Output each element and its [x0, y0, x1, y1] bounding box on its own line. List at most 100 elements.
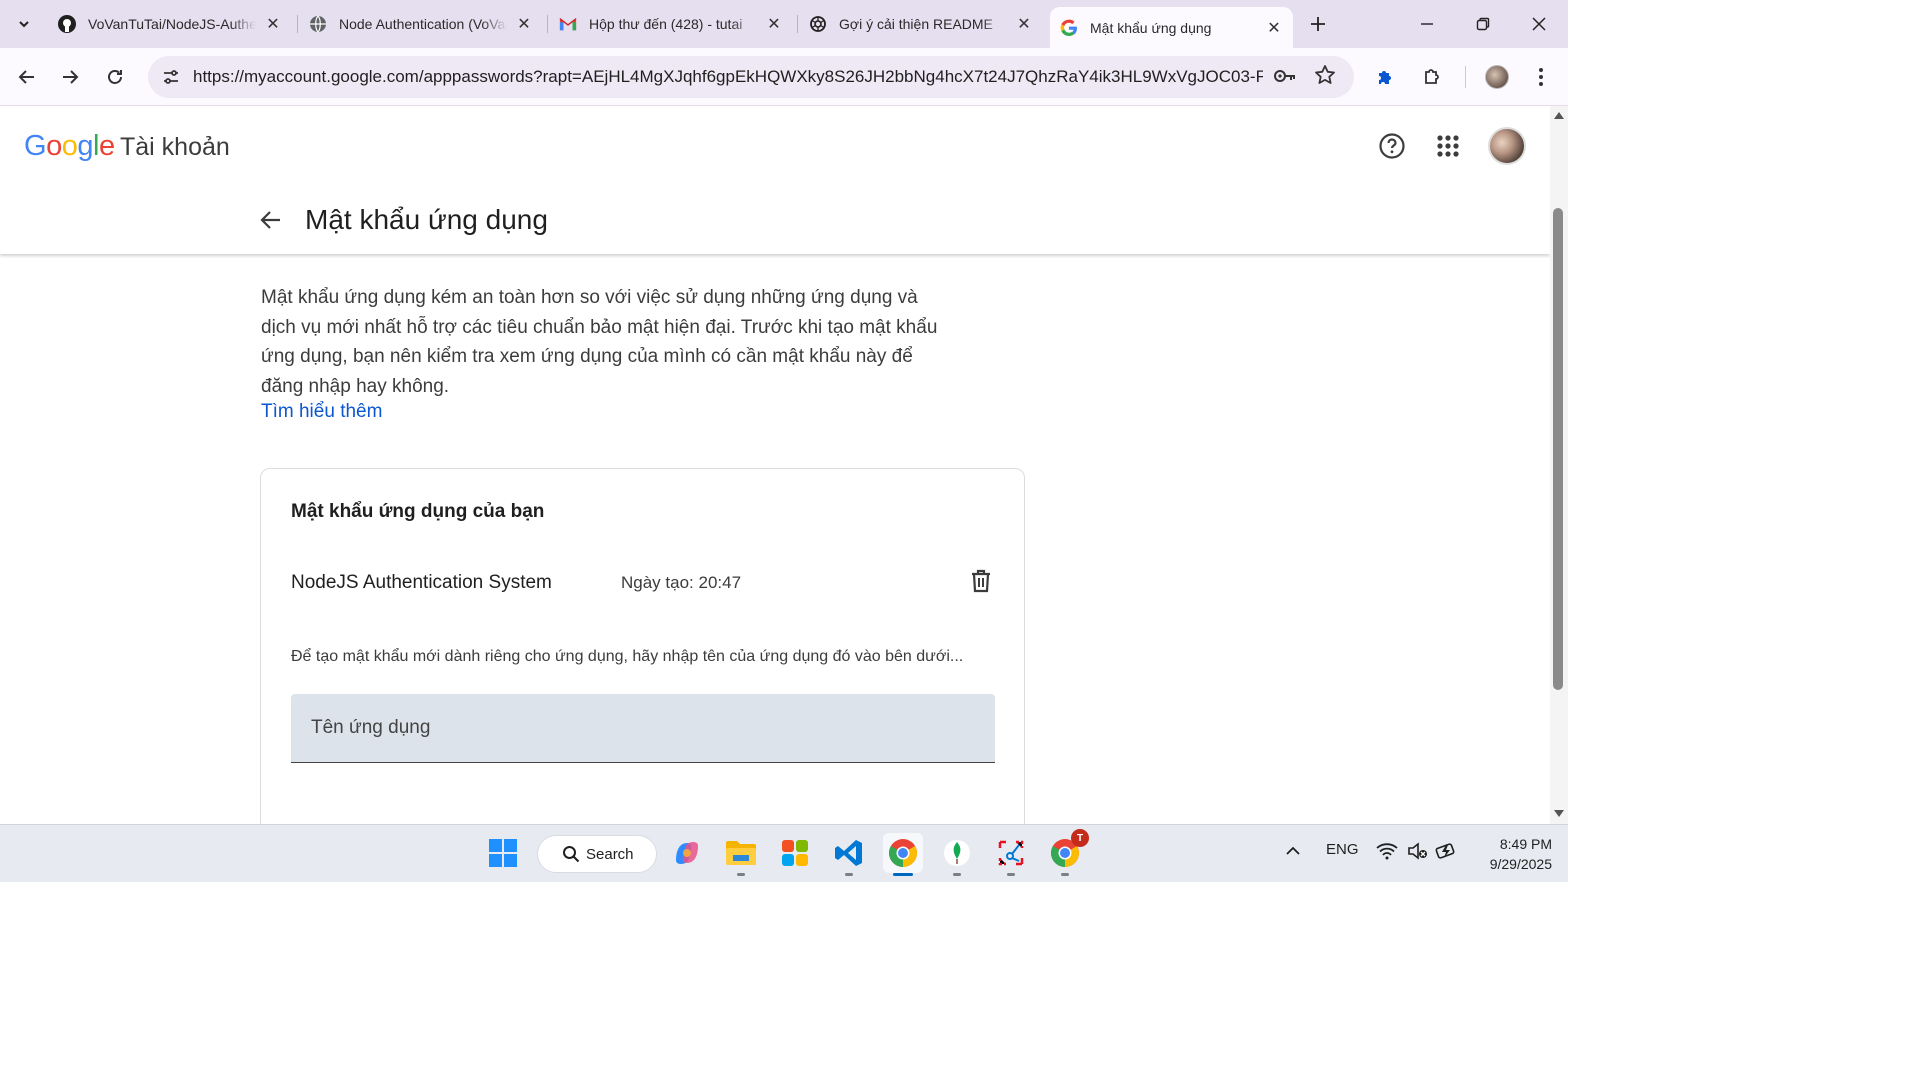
- search-label: Search: [586, 845, 634, 863]
- running-indicator: [845, 873, 853, 876]
- app-password-name: NodeJS Authentication System: [291, 572, 552, 593]
- star-icon[interactable]: [1314, 64, 1336, 91]
- close-icon[interactable]: ✕: [1015, 14, 1033, 34]
- new-tab-button[interactable]: [1304, 10, 1332, 38]
- tab-title: Gợi ý cải thiện README: [839, 16, 993, 32]
- running-indicator: [737, 873, 745, 876]
- minimize-button[interactable]: [1404, 8, 1450, 40]
- card-title: Mật khẩu ứng dụng của bạn: [291, 501, 545, 522]
- profile-button[interactable]: [1481, 61, 1513, 93]
- tab-gmail[interactable]: Hộp thư đến (428) - tutai ✕: [549, 7, 793, 41]
- page-subheader: Mật khẩu ứng dụng: [0, 186, 1550, 254]
- more-vert-icon: [1539, 68, 1543, 86]
- back-button[interactable]: [11, 61, 43, 93]
- taskbar-clock[interactable]: 8:49 PM 9/29/2025: [1470, 834, 1552, 874]
- store-icon: [782, 840, 808, 866]
- globe-icon: [309, 15, 327, 33]
- tab-divider: [797, 15, 798, 33]
- google-account-header: Google Tài khoản: [0, 106, 1550, 186]
- show-hidden-icons-button[interactable]: [1284, 842, 1302, 864]
- profile-badge: T: [1071, 829, 1089, 847]
- file-explorer-app[interactable]: [721, 833, 761, 876]
- key-icon[interactable]: [1273, 66, 1297, 91]
- running-indicator: [893, 873, 913, 876]
- extension-puzzle-button[interactable]: [1370, 61, 1402, 93]
- store-app[interactable]: [775, 833, 815, 873]
- clock-date: 9/29/2025: [1489, 856, 1552, 872]
- minimize-icon: [1421, 23, 1433, 25]
- mongodb-compass-app[interactable]: [937, 833, 977, 876]
- battery-charging-icon[interactable]: [1435, 842, 1459, 864]
- scroll-down-icon[interactable]: [1554, 810, 1564, 817]
- search-icon: [563, 846, 580, 863]
- clock-time: 8:49 PM: [1499, 836, 1552, 852]
- delete-button[interactable]: [967, 567, 995, 600]
- tab-search-button[interactable]: [8, 9, 40, 39]
- forward-button[interactable]: [54, 61, 86, 93]
- product-name[interactable]: Tài khoản: [120, 133, 230, 162]
- url-text[interactable]: https://myaccount.google.com/apppassword…: [193, 67, 1263, 87]
- chatgpt-icon: [809, 15, 827, 33]
- page-viewport: Google Tài khoản Mật khẩu ứng dụng Mật k…: [0, 106, 1550, 824]
- scroll-up-icon[interactable]: [1554, 112, 1564, 119]
- tab-node-auth[interactable]: Node Authentication (VoVanTuTai) ✕: [299, 7, 543, 41]
- snipping-tool-icon: [998, 840, 1024, 866]
- close-icon[interactable]: ✕: [1265, 18, 1283, 38]
- running-indicator: [1061, 873, 1069, 876]
- help-icon[interactable]: [1378, 132, 1406, 165]
- reload-icon: [108, 70, 122, 84]
- tab-divider: [297, 15, 298, 33]
- close-icon[interactable]: ✕: [515, 14, 533, 34]
- windows-taskbar: Search T ENG 8:49 PM 9/29/2025: [0, 824, 1568, 882]
- reload-button[interactable]: [99, 61, 131, 93]
- page-scrollbar[interactable]: [1550, 106, 1568, 824]
- tab-title: Node Authentication (VoVanTuTai): [339, 16, 507, 32]
- start-button[interactable]: [483, 833, 523, 873]
- tab-github[interactable]: VoVanTuTai/NodeJS-Authentication ✕: [48, 7, 292, 41]
- menu-button[interactable]: [1525, 61, 1557, 93]
- volume-muted-icon[interactable]: [1407, 842, 1429, 864]
- app-passwords-card: Mật khẩu ứng dụng của bạn NodeJS Authent…: [260, 468, 1025, 824]
- running-indicator: [953, 873, 961, 876]
- language-indicator[interactable]: ENG: [1326, 841, 1359, 858]
- close-icon[interactable]: ✕: [264, 14, 282, 34]
- chrome-app[interactable]: [883, 833, 923, 876]
- scrollbar-thumb[interactable]: [1553, 208, 1563, 690]
- extensions-icon: [1425, 69, 1439, 84]
- windows-icon: [489, 839, 517, 867]
- toolbar-divider: [1465, 66, 1466, 88]
- restore-button[interactable]: [1460, 8, 1506, 40]
- arrow-left-icon: [18, 70, 34, 84]
- avatar[interactable]: [1488, 127, 1526, 165]
- page-title: Mật khẩu ứng dụng: [305, 204, 548, 235]
- close-icon: [1532, 17, 1546, 31]
- tab-chatgpt[interactable]: Gợi ý cải thiện README ✕: [799, 7, 1043, 41]
- copilot-icon: [676, 842, 698, 864]
- gmail-icon: [559, 15, 577, 33]
- chrome-profile-app[interactable]: T: [1045, 829, 1089, 876]
- google-apps-icon[interactable]: [1436, 134, 1460, 163]
- restore-icon: [1476, 17, 1490, 31]
- wifi-icon[interactable]: [1376, 842, 1398, 864]
- tab-app-passwords[interactable]: Mật khẩu ứng dụng ✕: [1050, 7, 1293, 48]
- close-window-button[interactable]: [1516, 8, 1562, 40]
- mongodb-leaf-icon: [944, 840, 970, 866]
- back-arrow-icon[interactable]: [258, 207, 284, 238]
- avatar: [1485, 65, 1509, 89]
- google-logo[interactable]: Google: [24, 130, 115, 163]
- copilot-app[interactable]: [667, 833, 707, 873]
- learn-more-link[interactable]: Tìm hiểu thêm: [261, 401, 382, 423]
- tab-title: VoVanTuTai/NodeJS-Authentication: [88, 16, 256, 32]
- github-icon: [58, 15, 76, 33]
- taskbar-search[interactable]: Search: [537, 835, 657, 873]
- extensions-button[interactable]: [1416, 61, 1448, 93]
- address-bar[interactable]: https://myaccount.google.com/apppassword…: [148, 56, 1354, 98]
- close-icon[interactable]: ✕: [765, 14, 783, 34]
- vscode-app[interactable]: [829, 833, 869, 876]
- tab-title: Mật khẩu ứng dụng: [1090, 19, 1212, 36]
- snipping-tool-app[interactable]: [991, 833, 1031, 876]
- app-password-created: Ngày tạo: 20:47: [621, 573, 742, 592]
- app-name-input[interactable]: [291, 694, 995, 763]
- chevron-up-icon: [1286, 846, 1300, 855]
- site-info-button[interactable]: [156, 62, 186, 92]
